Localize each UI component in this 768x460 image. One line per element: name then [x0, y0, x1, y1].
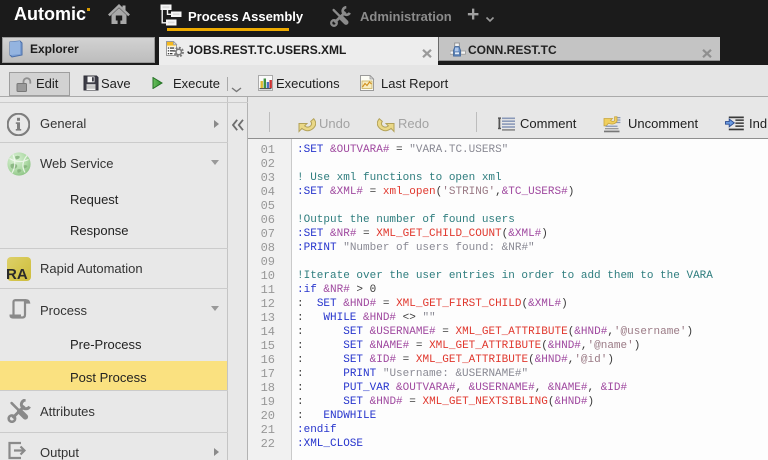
svg-text:RA: RA	[7, 266, 28, 281]
